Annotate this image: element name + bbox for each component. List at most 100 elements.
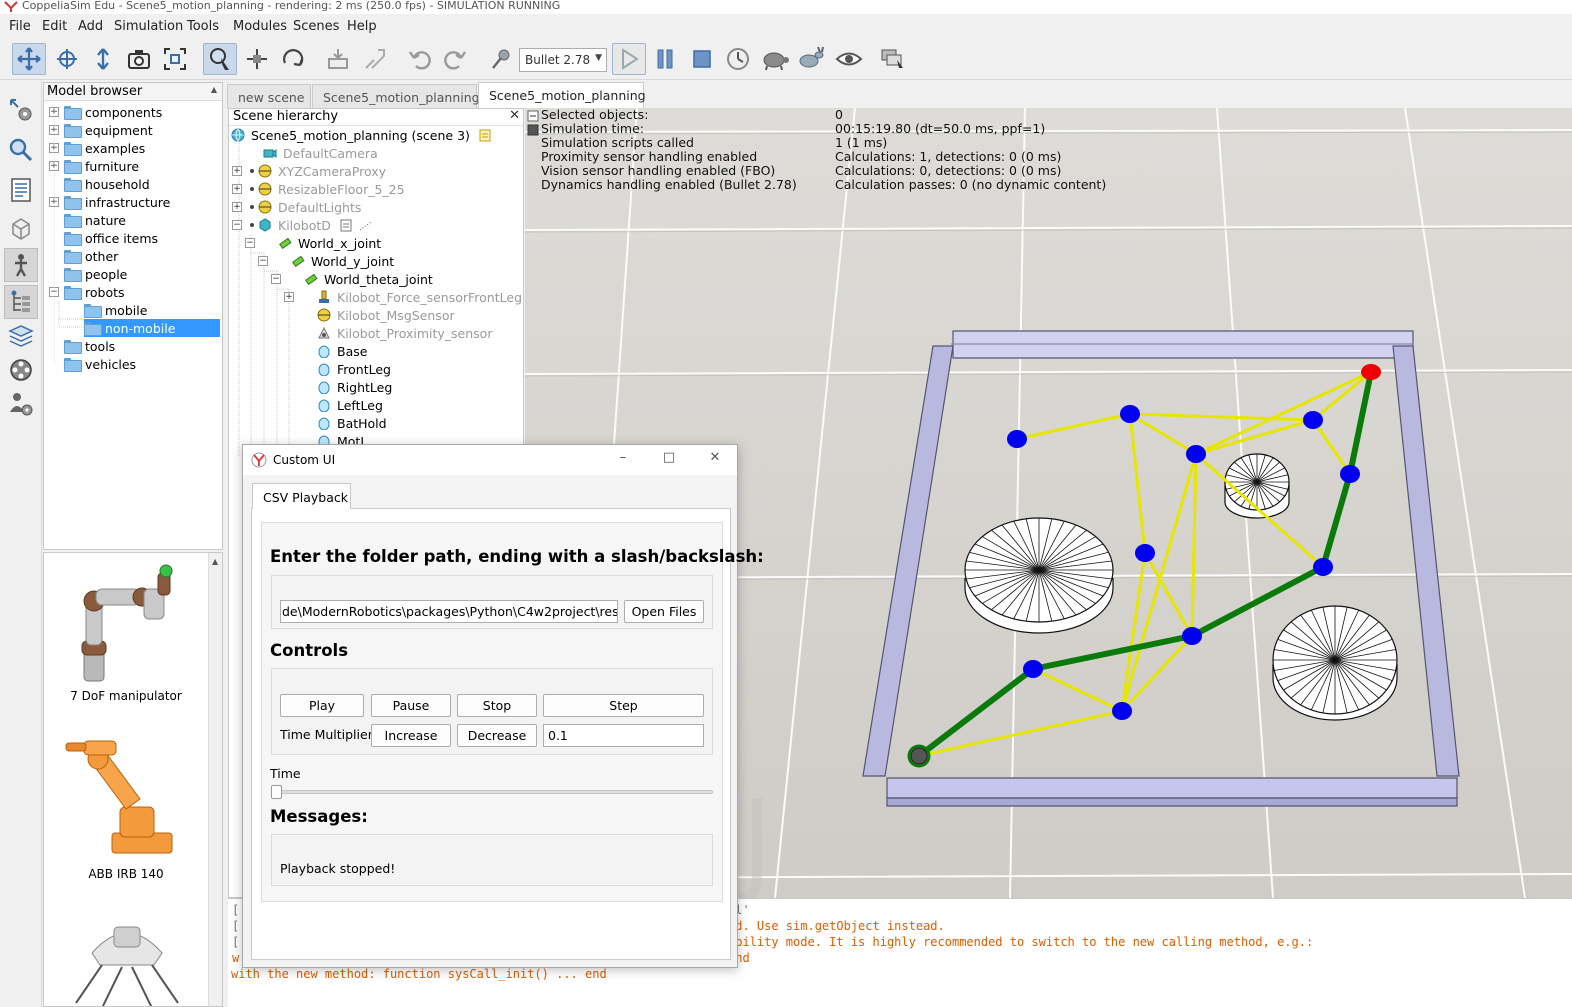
eye-icon <box>835 52 863 66</box>
menu-scenes[interactable]: Scenes <box>293 19 339 34</box>
scroll-up-icon[interactable]: ▲ <box>212 557 218 566</box>
assemble-button[interactable] <box>321 43 355 75</box>
time-slider-track[interactable] <box>271 790 713 794</box>
console-line: ed. Use sim.getObject instead. <box>728 919 945 933</box>
hierarchy-item-frontleg[interactable]: FrontLeg <box>317 360 391 378</box>
physics-engine-select[interactable]: Bullet 2.78 ▼ <box>519 48 607 72</box>
time-slider-handle[interactable] <box>271 785 282 799</box>
hierarchy-item-world-x-joint[interactable]: − World_x_joint <box>245 234 381 252</box>
camera-rotate-button[interactable] <box>50 43 84 75</box>
collections-button[interactable] <box>4 173 38 207</box>
expand-icon[interactable]: + <box>232 184 242 194</box>
fit-to-view-button[interactable] <box>158 43 192 75</box>
video-recorder-button[interactable] <box>4 353 38 387</box>
collapse-icon[interactable]: − <box>232 220 242 230</box>
hierarchy-item-bathold[interactable]: BatHold <box>317 414 387 432</box>
menu-add[interactable]: Add <box>78 19 103 34</box>
slow-down-button[interactable] <box>758 43 792 75</box>
tab-scene5-active[interactable]: Scene5_motion_planning <box>478 82 646 108</box>
menu-help[interactable]: Help <box>347 19 377 34</box>
pause-simulation-button[interactable] <box>648 43 682 75</box>
calculation-modules-button[interactable] <box>4 133 38 167</box>
shape-edit-button[interactable] <box>4 211 38 245</box>
hierarchy-item-world-y-joint[interactable]: − World_y_joint <box>258 252 394 270</box>
hierarchy-item-base[interactable]: Base <box>317 342 367 360</box>
object-properties-button[interactable] <box>4 93 38 127</box>
camera-pan-button[interactable] <box>12 43 46 75</box>
layers-button[interactable] <box>4 319 38 353</box>
menu-tools[interactable]: Tools <box>187 19 219 34</box>
model-browser-toggle[interactable] <box>4 248 38 282</box>
delta-robot-thumbnail[interactable] <box>62 913 192 1007</box>
hierarchy-item-xyzcameraproxy[interactable]: + XYZCameraProxy <box>232 162 386 180</box>
pause-button[interactable]: Pause <box>371 694 451 717</box>
abb-irb-140-thumbnail[interactable] <box>62 733 192 863</box>
menu-edit[interactable]: Edit <box>42 19 67 34</box>
increase-button[interactable]: Increase <box>371 724 451 747</box>
hierarchy-item-defaultlights[interactable]: + DefaultLights <box>232 198 361 216</box>
step-button[interactable]: Step <box>543 694 704 717</box>
model-preview-scrollbar[interactable]: ▲ <box>208 553 222 1006</box>
undo-button[interactable] <box>402 43 436 75</box>
hierarchy-item-proximity-sensor[interactable]: Kilobot_Proximity_sensor <box>317 324 492 342</box>
clock-icon <box>727 48 749 70</box>
folder-item-non-mobile[interactable]: non-mobile <box>84 319 220 337</box>
start-simulation-button[interactable] <box>612 43 646 75</box>
hierarchy-root[interactable]: Scene5_motion_planning (scene 3) <box>231 126 498 144</box>
hierarchy-item-world-theta-joint[interactable]: − World_theta_joint <box>271 270 433 288</box>
maximize-icon[interactable]: □ <box>659 450 679 470</box>
info-toggle-icon[interactable] <box>527 124 539 136</box>
stop-simulation-button[interactable] <box>685 43 719 75</box>
close-icon[interactable]: ✕ <box>509 109 520 123</box>
real-time-button[interactable] <box>721 43 755 75</box>
script-icon[interactable] <box>339 218 353 232</box>
up-down-arrows-icon <box>97 48 109 70</box>
tab-csv-playback[interactable]: CSV Playback <box>252 483 351 509</box>
scene-hierarchy-toggle[interactable] <box>4 285 38 319</box>
page-selector-button[interactable] <box>876 43 910 75</box>
physics-engine-button[interactable] <box>484 43 518 75</box>
object-shift-button[interactable] <box>240 43 274 75</box>
info-value: Calculations: 1, detections: 0 (0 ms) <box>835 149 1062 164</box>
transfer-dna-button[interactable] <box>358 43 392 75</box>
collapse-up-icon[interactable]: ▲ <box>211 85 217 94</box>
menu-simulation[interactable]: Simulation <box>114 19 183 34</box>
user-settings-button[interactable] <box>4 387 38 421</box>
info-toggle-icon[interactable] <box>527 110 539 122</box>
manipulator-thumbnail[interactable] <box>62 559 192 689</box>
decrease-button[interactable]: Decrease <box>457 724 537 747</box>
menu-modules[interactable]: Modules <box>233 19 287 34</box>
toggle-visualization-button[interactable] <box>832 43 866 75</box>
close-icon[interactable]: ✕ <box>705 450 725 470</box>
folder-path-input[interactable]: de\ModernRobotics\packages\Python\C4w2pr… <box>280 600 618 623</box>
open-files-button[interactable]: Open Files <box>624 600 704 623</box>
redo-button[interactable] <box>439 43 473 75</box>
expand-icon[interactable]: + <box>232 166 242 176</box>
expand-icon[interactable]: + <box>284 292 294 302</box>
script-icon[interactable] <box>478 128 492 142</box>
hierarchy-item-rightleg[interactable]: RightLeg <box>317 378 392 396</box>
stop-button[interactable]: Stop <box>457 694 537 717</box>
collapse-icon[interactable]: − <box>245 238 255 248</box>
hierarchy-item-resizablefloor[interactable]: + ResizableFloor_5_25 <box>232 180 405 198</box>
camera-angle-button[interactable] <box>122 43 156 75</box>
camera-shift-button[interactable] <box>86 43 120 75</box>
expand-icon[interactable]: + <box>232 202 242 212</box>
collapse-icon[interactable]: − <box>258 256 268 266</box>
minimize-icon[interactable]: – <box>613 450 633 470</box>
hierarchy-item-leftleg[interactable]: LeftLeg <box>317 396 383 414</box>
collapse-icon[interactable]: − <box>271 274 281 284</box>
time-multiplier-input[interactable]: 0.1 <box>543 724 704 747</box>
tab-scene5-a[interactable]: Scene5_motion_planning <box>312 84 480 108</box>
speed-up-button[interactable] <box>794 43 828 75</box>
hierarchy-item-defaultcamera[interactable]: DefaultCamera <box>263 144 378 162</box>
menu-file[interactable]: File <box>9 19 31 34</box>
hierarchy-item-kilobotd[interactable]: − KilobotD <box>232 216 379 234</box>
tab-new-scene[interactable]: new scene <box>227 84 311 108</box>
play-button[interactable]: Play <box>280 694 364 717</box>
hierarchy-item-force-sensor[interactable]: + Kilobot_Force_sensorFrontLeg <box>284 288 522 306</box>
click-select-button[interactable] <box>203 43 237 75</box>
hierarchy-item-msgsensor[interactable]: Kilobot_MsgSensor <box>317 306 455 324</box>
object-rotate-button[interactable] <box>276 43 310 75</box>
dialog-title-bar[interactable]: Custom UI – □ ✕ <box>243 445 737 475</box>
